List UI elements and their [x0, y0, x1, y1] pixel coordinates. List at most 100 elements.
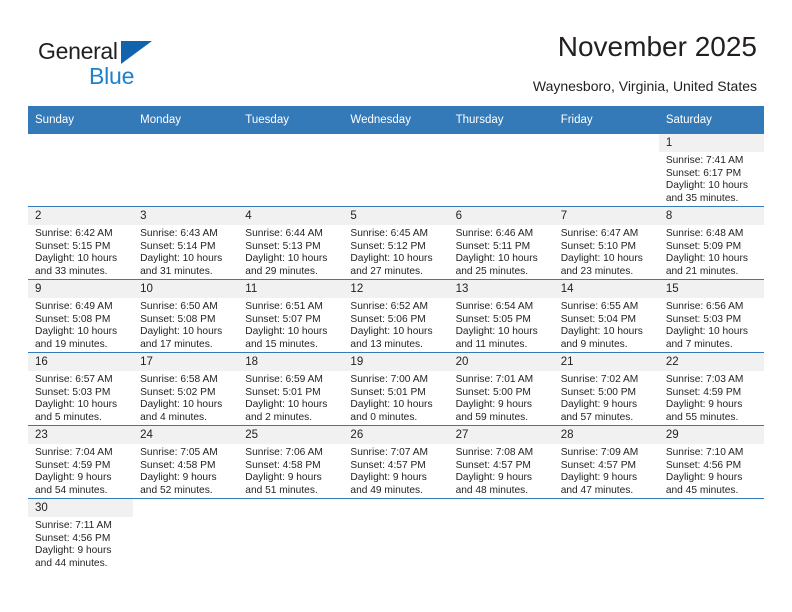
- calendar-day-cell[interactable]: 22 Sunrise: 7:03 AM Sunset: 4:59 PM Dayligh…: [658, 352, 764, 426]
- day-number: [133, 134, 239, 152]
- daylight-text-line1: Daylight: 9 hours: [665, 399, 743, 411]
- daylight-text-line1: Daylight: 9 hours: [560, 399, 638, 411]
- sunset-text: Sunset: 5:10 PM: [560, 240, 637, 252]
- daylight-text-line1: Daylight: 10 hours: [245, 253, 328, 265]
- sunset-text: Sunset: 4:58 PM: [140, 459, 216, 471]
- daylight-text-line1: Daylight: 10 hours: [245, 399, 328, 411]
- calendar-day-cell[interactable]: 14 Sunrise: 6:55 AM Sunset: 5:04 PM Dayligh…: [553, 279, 659, 353]
- calendar-day-cell[interactable]: 17 Sunrise: 6:58 AM Sunset: 5:02 PM Dayligh…: [133, 352, 239, 426]
- sunrise-text: Sunrise: 6:57 AM: [35, 374, 113, 385]
- calendar-day-cell[interactable]: 5 Sunrise: 6:45 AM Sunset: 5:12 PM Daylight…: [343, 206, 449, 280]
- day-number: 16: [28, 353, 134, 371]
- sunrise-text: Sunrise: 6:52 AM: [350, 301, 429, 312]
- calendar-day-cell[interactable]: 27 Sunrise: 7:08 AM Sunset: 4:57 PM Dayligh…: [448, 425, 554, 499]
- daylight-text-line2: and 54 minutes.: [35, 484, 108, 496]
- calendar-day-cell[interactable]: 13 Sunrise: 6:54 AM Sunset: 5:05 PM Dayligh…: [448, 279, 554, 353]
- sunset-text: Sunset: 5:08 PM: [140, 313, 216, 325]
- day-number: 6: [448, 207, 554, 225]
- calendar-day-cell[interactable]: 10 Sunrise: 6:50 AM Sunset: 5:08 PM Dayligh…: [133, 279, 239, 353]
- calendar-week-row: 1 Sunrise: 7:41 AM Sunset: 6:17 PM Daylight…: [28, 134, 764, 207]
- sunrise-text: Sunrise: 6:55 AM: [560, 301, 639, 312]
- sunset-text: Sunset: 5:00 PM: [455, 386, 531, 398]
- calendar-day-cell[interactable]: 23 Sunrise: 7:04 AM Sunset: 4:59 PM Dayligh…: [28, 425, 134, 499]
- daylight-text-line2: and 13 minutes.: [350, 338, 423, 350]
- day-number: 30: [28, 499, 134, 517]
- calendar-day-cell[interactable]: 3 Sunrise: 6:43 AM Sunset: 5:14 PM Daylight…: [133, 206, 239, 280]
- day-number: 2: [28, 207, 134, 225]
- calendar-day-cell[interactable]: 21 Sunrise: 7:02 AM Sunset: 5:00 PM Dayligh…: [553, 352, 659, 426]
- day-details: [343, 152, 448, 155]
- daylight-text-line2: and 23 minutes.: [560, 265, 634, 277]
- calendar-day-cell[interactable]: 18 Sunrise: 6:59 AM Sunset: 5:01 PM Dayligh…: [238, 352, 344, 426]
- calendar-day-cell[interactable]: 15 Sunrise: 6:56 AM Sunset: 5:03 PM Dayligh…: [658, 279, 764, 353]
- daylight-text-line2: and 55 minutes.: [665, 411, 739, 423]
- day-number: 3: [133, 207, 239, 225]
- calendar-week-row: 30 Sunrise: 7:11 AM Sunset: 4:56 PM Dayligh…: [28, 498, 764, 571]
- day-details: Sunrise: 7:00 AM Sunset: 5:01 PM Daylight:…: [343, 371, 448, 424]
- day-details: Sunrise: 6:55 AM Sunset: 5:04 PM Daylight:…: [554, 298, 659, 351]
- day-number: [238, 134, 344, 152]
- calendar-cell-empty: [553, 134, 659, 207]
- calendar-day-cell[interactable]: 19 Sunrise: 7:00 AM Sunset: 5:01 PM Dayligh…: [343, 352, 449, 426]
- sunrise-text: Sunrise: 6:44 AM: [245, 228, 323, 239]
- daylight-text-line1: Daylight: 10 hours: [35, 253, 118, 265]
- sunset-text: Sunset: 4:56 PM: [665, 459, 742, 471]
- calendar-day-cell[interactable]: 8 Sunrise: 6:48 AM Sunset: 5:09 PM Daylight…: [658, 206, 764, 280]
- sunrise-sunset-calendar: Sunday Monday Tuesday Wednesday Thursday Frid…: [28, 106, 764, 571]
- calendar-day-cell[interactable]: 4 Sunrise: 6:44 AM Sunset: 5:13 PM Daylight…: [238, 206, 344, 280]
- daylight-text-line1: Daylight: 10 hours: [455, 253, 538, 265]
- calendar-day-cell[interactable]: 29 Sunrise: 7:10 AM Sunset: 4:56 PM Dayligh…: [658, 425, 764, 499]
- sunset-text: Sunset: 5:05 PM: [455, 313, 531, 325]
- day-number: 15: [658, 280, 764, 298]
- daylight-text-line2: and 59 minutes.: [455, 411, 529, 423]
- sunset-text: Sunset: 4:59 PM: [665, 386, 742, 398]
- calendar-day-cell[interactable]: 11 Sunrise: 6:51 AM Sunset: 5:07 PM Dayligh…: [238, 279, 344, 353]
- day-details: Sunrise: 6:54 AM Sunset: 5:05 PM Daylight:…: [449, 298, 554, 351]
- day-details: [133, 152, 238, 155]
- calendar-cell-empty: [343, 134, 449, 207]
- calendar-day-cell[interactable]: 26 Sunrise: 7:07 AM Sunset: 4:57 PM Dayligh…: [343, 425, 449, 499]
- daylight-text-line1: Daylight: 9 hours: [140, 472, 217, 484]
- calendar-day-cell[interactable]: 1 Sunrise: 7:41 AM Sunset: 6:17 PM Daylight…: [658, 134, 764, 207]
- sunrise-text: Sunrise: 7:06 AM: [245, 447, 323, 458]
- day-number: 21: [553, 353, 659, 371]
- day-number: 23: [28, 426, 134, 444]
- calendar-day-cell[interactable]: 25 Sunrise: 7:06 AM Sunset: 4:58 PM Dayligh…: [238, 425, 344, 499]
- day-number: 1: [658, 134, 764, 152]
- day-details: Sunrise: 7:01 AM Sunset: 5:00 PM Daylight:…: [449, 371, 554, 424]
- sunset-text: Sunset: 5:01 PM: [245, 386, 321, 398]
- weekday-header-saturday: Saturday: [658, 106, 764, 134]
- calendar-day-cell[interactable]: 30 Sunrise: 7:11 AM Sunset: 4:56 PM Dayligh…: [28, 498, 134, 571]
- day-number: 18: [238, 353, 344, 371]
- calendar-day-cell[interactable]: 24 Sunrise: 7:05 AM Sunset: 4:58 PM Dayligh…: [133, 425, 239, 499]
- daylight-text-line1: Daylight: 10 hours: [140, 399, 223, 411]
- calendar-day-cell[interactable]: 20 Sunrise: 7:01 AM Sunset: 5:00 PM Dayligh…: [448, 352, 554, 426]
- logo-triangle-icon: [121, 41, 152, 64]
- day-details: Sunrise: 7:02 AM Sunset: 5:00 PM Daylight:…: [554, 371, 659, 424]
- calendar-day-cell[interactable]: 16 Sunrise: 6:57 AM Sunset: 5:03 PM Dayligh…: [28, 352, 134, 426]
- day-details: [554, 152, 659, 155]
- calendar-day-cell[interactable]: 2 Sunrise: 6:42 AM Sunset: 5:15 PM Daylight…: [28, 206, 134, 280]
- calendar-day-cell[interactable]: 6 Sunrise: 6:46 AM Sunset: 5:11 PM Daylight…: [448, 206, 554, 280]
- sunset-text: Sunset: 6:17 PM: [665, 167, 742, 179]
- sunset-text: Sunset: 5:12 PM: [350, 240, 426, 252]
- calendar-day-cell[interactable]: 9 Sunrise: 6:49 AM Sunset: 5:08 PM Daylight…: [28, 279, 134, 353]
- sunset-text: Sunset: 5:03 PM: [665, 313, 742, 325]
- daylight-text-line2: and 11 minutes.: [455, 338, 528, 350]
- day-details: Sunrise: 7:41 AM Sunset: 6:17 PM Daylight:…: [659, 152, 764, 205]
- daylight-text-line2: and 44 minutes.: [35, 557, 108, 569]
- calendar-day-cell[interactable]: 28 Sunrise: 7:09 AM Sunset: 4:57 PM Dayligh…: [553, 425, 659, 499]
- daylight-text-line2: and 7 minutes.: [665, 338, 733, 350]
- logo-text-general: General: [38, 38, 118, 64]
- day-details: [238, 517, 343, 520]
- day-details: [133, 517, 238, 520]
- day-details: Sunrise: 7:08 AM Sunset: 4:57 PM Daylight:…: [449, 444, 554, 497]
- day-number: [448, 134, 554, 152]
- calendar-day-cell[interactable]: 7 Sunrise: 6:47 AM Sunset: 5:10 PM Daylight…: [553, 206, 659, 280]
- calendar-day-cell[interactable]: 12 Sunrise: 6:52 AM Sunset: 5:06 PM Dayligh…: [343, 279, 449, 353]
- general-blue-logo[interactable]: General Blue: [38, 38, 168, 90]
- calendar-page: General Blue November 2025 Waynesboro, V…: [0, 0, 792, 612]
- weekday-header-sunday: Sunday: [28, 106, 134, 134]
- daylight-text-line2: and 47 minutes.: [560, 484, 634, 496]
- day-number: 22: [658, 353, 764, 371]
